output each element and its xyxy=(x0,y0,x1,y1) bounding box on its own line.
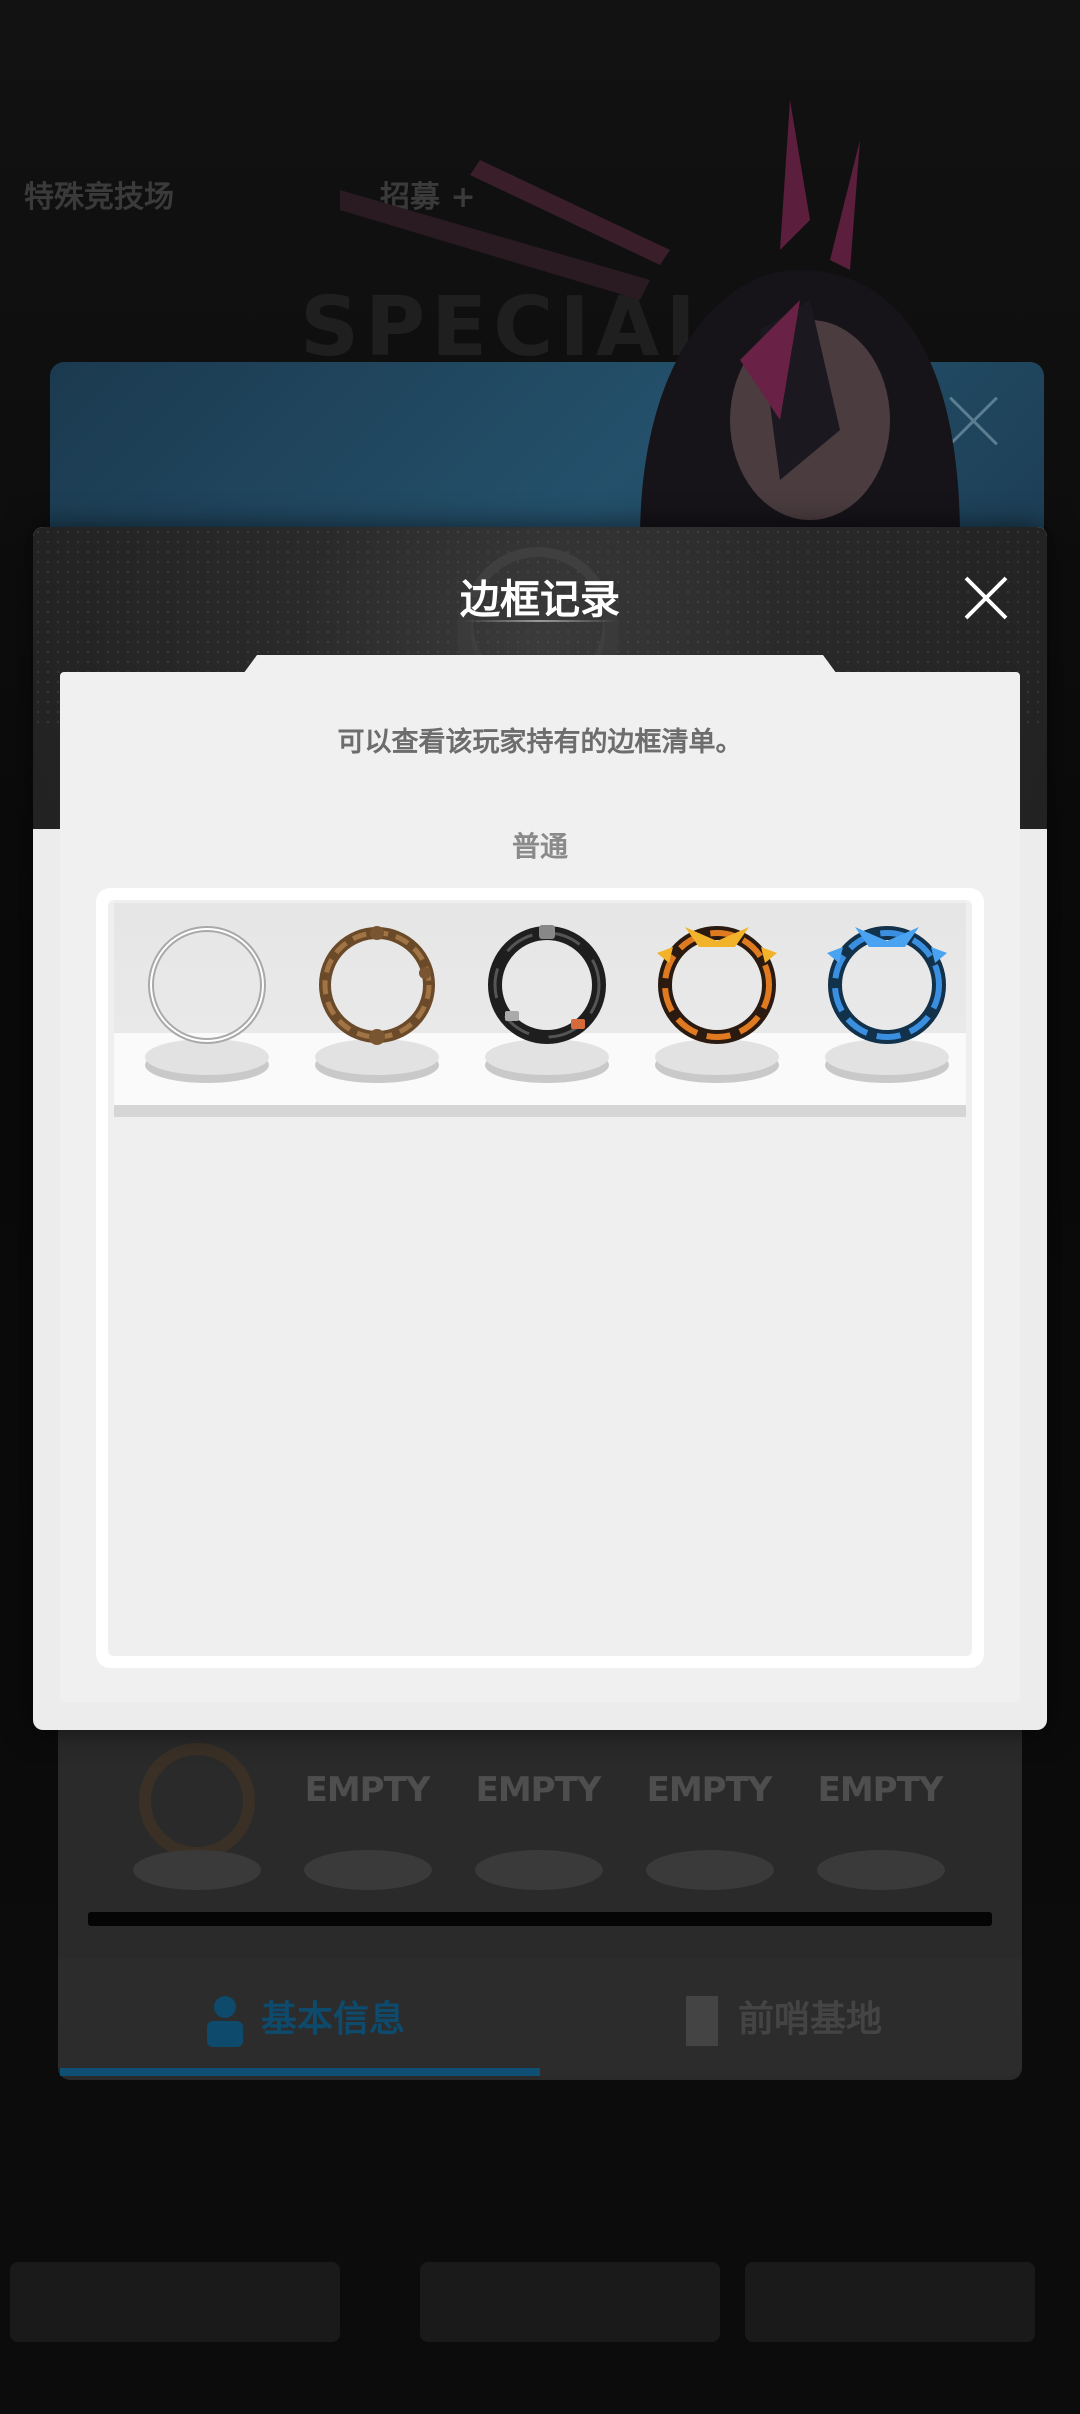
orange-gold-ring-icon xyxy=(657,926,777,1044)
background-empty-slot: EMPTY xyxy=(475,1770,602,1810)
background-tab-indicator xyxy=(60,2068,540,2076)
background-empty-slot: EMPTY xyxy=(646,1770,773,1810)
background-bottom-button xyxy=(10,2262,340,2342)
blue-crystal-ring-icon xyxy=(827,926,947,1044)
close-button[interactable] xyxy=(961,573,1011,623)
title-underline xyxy=(463,620,617,622)
frame-list-inner xyxy=(108,900,972,1656)
bronze-vine-ring-icon xyxy=(319,926,435,1045)
background-pedestal xyxy=(646,1850,774,1890)
section-label-normal: 普通 xyxy=(511,830,568,863)
frame-item-black[interactable] xyxy=(471,923,621,1098)
background-divider xyxy=(88,1912,992,1926)
black-metal-ring-icon xyxy=(488,925,606,1044)
bronze-ring-icon xyxy=(139,1743,255,1859)
background-tab-label: 基本信息 xyxy=(261,1999,406,2040)
background-topbar-left: 特殊竞技场 xyxy=(24,180,174,215)
background-pedestal xyxy=(304,1850,432,1890)
frame-list-box[interactable] xyxy=(96,888,984,1668)
background-pedestal xyxy=(817,1850,945,1890)
background-empty-slot: EMPTY xyxy=(817,1770,944,1810)
close-icon[interactable] xyxy=(961,573,1011,623)
person-icon xyxy=(207,1996,243,2047)
background-bottom-button xyxy=(420,2262,720,2342)
modal-description: 可以查看该玩家持有的边框清单。 xyxy=(337,727,743,758)
character-illustration xyxy=(340,100,960,540)
frame-item-orange[interactable] xyxy=(641,923,791,1098)
background-tab-label: 前哨基地 xyxy=(738,1999,883,2040)
frame-item-blue[interactable] xyxy=(811,923,961,1098)
background-pedestal xyxy=(133,1850,261,1890)
silver-ring-icon xyxy=(148,926,266,1044)
background-bottom-button xyxy=(745,2262,1035,2342)
background-pedestal xyxy=(475,1850,603,1890)
background-empty-slot: EMPTY xyxy=(304,1770,431,1810)
frame-item-silver[interactable] xyxy=(131,923,281,1098)
background-tab-basic-info: 基本信息 xyxy=(205,1990,405,2047)
background-tab-outpost: 前哨基地 xyxy=(682,1990,882,2046)
frame-item-bronze[interactable] xyxy=(301,923,451,1098)
shelf-edge xyxy=(114,1105,966,1117)
modal-title: 边框记录 xyxy=(460,577,620,623)
building-icon xyxy=(686,1996,718,2046)
